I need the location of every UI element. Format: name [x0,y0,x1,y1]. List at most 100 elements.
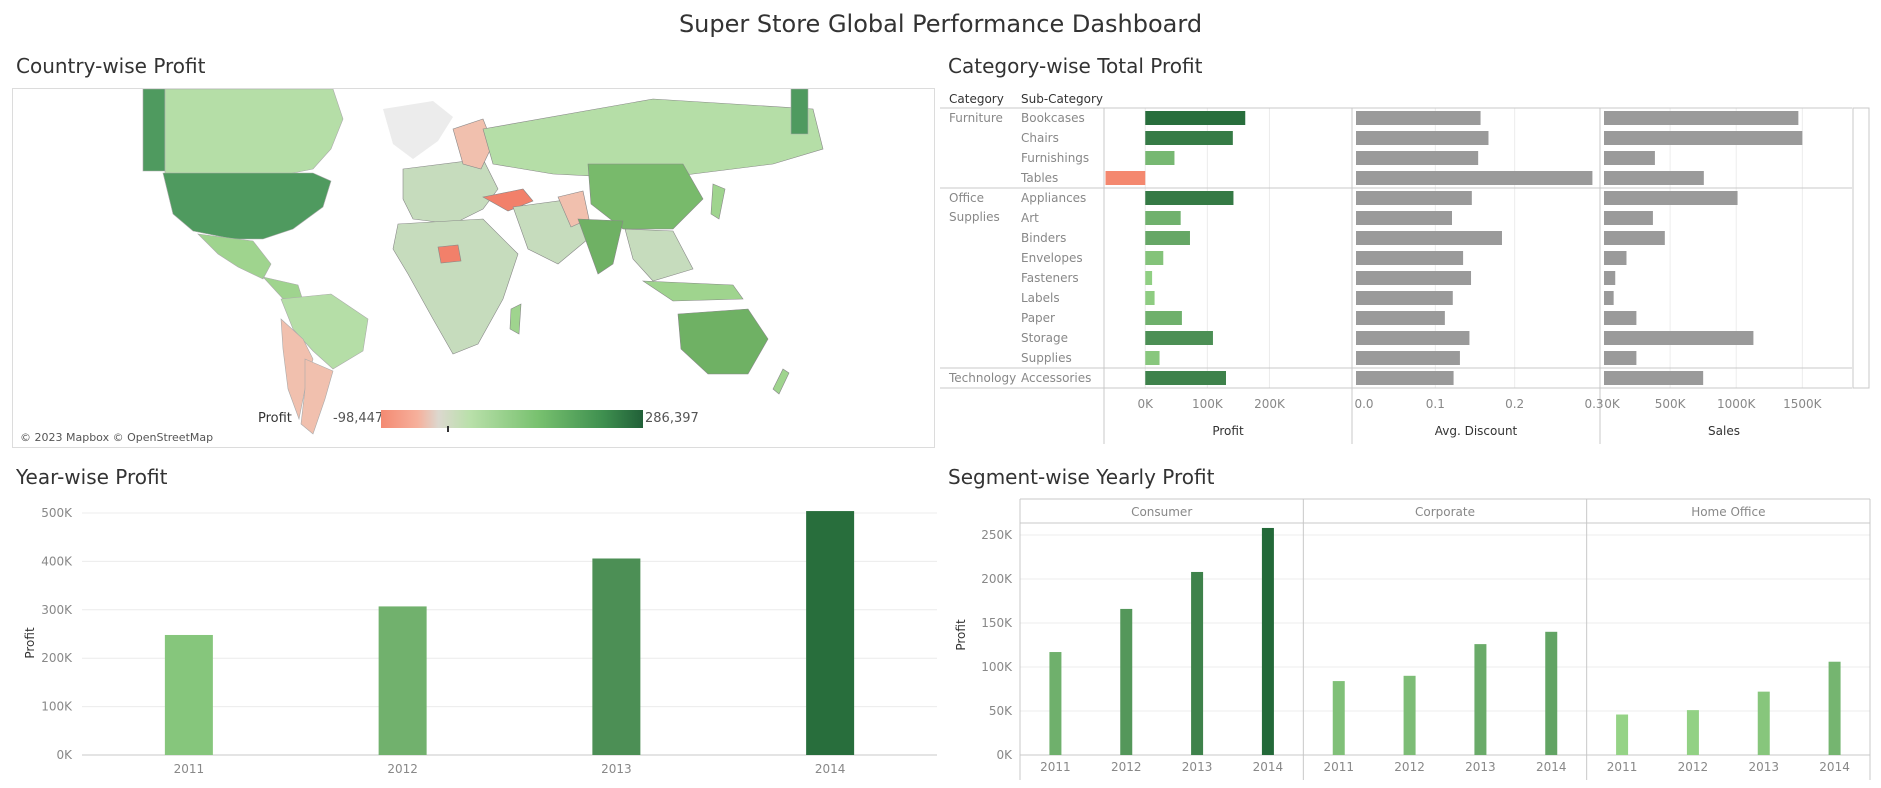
discount-bar[interactable] [1356,251,1464,265]
dashboard-title: Super Store Global Performance Dashboard [678,10,1203,38]
map-alaska-east [790,88,809,135]
map-canvas[interactable] [13,88,936,449]
profit-bar[interactable] [1145,191,1234,205]
discount-bar[interactable] [1356,111,1481,125]
category-label-1: Supplies [949,210,1000,224]
subcategory-label: Appliances [1021,191,1086,205]
year-xtick: 2014 [815,762,846,776]
sales-tick: 1000K [1717,397,1757,411]
subcategory-label: Envelopes [1021,251,1083,265]
sales-bar[interactable] [1604,291,1614,305]
map-credit[interactable]: © 2023 Mapbox © OpenStreetMap [20,431,213,444]
discount-bar[interactable] [1356,371,1454,385]
sales-bar[interactable] [1604,111,1799,125]
segment-bar[interactable] [1757,691,1770,755]
segment-bar[interactable] [1120,608,1133,755]
map-greenland [383,101,453,159]
profit-bar[interactable] [1145,331,1213,345]
subcategory-label: Accessories [1021,371,1091,385]
sales-tick: 500K [1655,397,1687,411]
year-bar[interactable] [378,606,427,755]
segment-bar[interactable] [1545,631,1558,755]
map-legend-max: 286,397 [645,411,699,426]
subcategory-label: Paper [1021,311,1055,325]
year-ytick: 0K [56,748,73,762]
year-xtick: 2011 [174,762,205,776]
sales-bar[interactable] [1604,131,1803,145]
sales-bar[interactable] [1604,211,1653,225]
segment-bar[interactable] [1049,652,1062,755]
map-australia [677,308,769,375]
discount-bar[interactable] [1356,231,1502,245]
sales-bar[interactable] [1604,351,1637,365]
map-europe [402,158,499,225]
profit-bar[interactable] [1145,211,1181,225]
segment-bar[interactable] [1474,644,1487,755]
map-nigeria [437,244,462,264]
header-category: Category [949,92,1004,106]
discount-bar[interactable] [1356,311,1445,325]
sales-bar[interactable] [1604,191,1738,205]
profit-bar[interactable] [1145,231,1190,245]
map-china [587,163,704,230]
profit-bar[interactable] [1105,171,1146,185]
profit-bar[interactable] [1145,111,1246,125]
segment-chart[interactable]: Profit 0K 50K 100K 150K 200K 250K Consumer Corp… [940,495,1875,785]
discount-bar[interactable] [1356,331,1470,345]
profit-bar[interactable] [1145,311,1182,325]
discount-bar[interactable] [1356,351,1460,365]
category-label-1: Office [949,191,984,205]
segment-bar[interactable] [1616,714,1629,755]
profit-bar[interactable] [1145,131,1233,145]
segment-bar[interactable] [1686,710,1699,755]
discount-bar[interactable] [1356,171,1593,185]
segment-ytick: 200K [981,572,1013,586]
subcategory-label: Fasteners [1021,271,1079,285]
segment-bar[interactable] [1332,681,1345,755]
segment-bar[interactable] [1261,527,1274,755]
category-scrollbar[interactable] [1852,107,1870,389]
world-map[interactable]: Profit -98,447 286,397 © 2023 Mapbox © O… [12,88,935,448]
profit-bar[interactable] [1145,371,1226,385]
map-alaska [142,88,166,172]
profit-tick: 200K [1254,397,1286,411]
sales-bar[interactable] [1604,151,1655,165]
discount-bar[interactable] [1356,151,1479,165]
discount-bar[interactable] [1356,211,1452,225]
sales-bar[interactable] [1604,171,1704,185]
discount-bar[interactable] [1356,271,1472,285]
segment-bar[interactable] [1828,661,1841,755]
category-chart[interactable]: Category Sub-Category Furniture Bookcases… [940,88,1875,450]
year-bar[interactable] [806,511,855,755]
segment-ytick: 100K [981,660,1013,674]
profit-bar[interactable] [1145,351,1160,365]
sales-bar[interactable] [1604,271,1616,285]
year-chart[interactable]: Profit 0K 100K 200K 300K 400K 500K 2011 2012 20… [12,495,942,785]
profit-bar[interactable] [1145,251,1164,265]
year-bar[interactable] [164,634,213,755]
segment-bar[interactable] [1403,675,1416,755]
year-ytick: 200K [41,651,73,665]
map-japan [710,183,726,220]
discount-bar[interactable] [1356,191,1472,205]
sales-bar[interactable] [1604,231,1665,245]
sales-bar[interactable] [1604,331,1754,345]
segment-xtick: 2013 [1182,760,1213,774]
discount-bar[interactable] [1356,291,1453,305]
profit-bar[interactable] [1145,291,1155,305]
year-bar[interactable] [592,558,641,755]
sales-bar[interactable] [1604,311,1637,325]
map-usa [162,172,332,240]
year-ytick: 400K [41,554,73,568]
sales-bar[interactable] [1604,371,1704,385]
discount-bar[interactable] [1356,131,1489,145]
subcategory-label: Storage [1021,331,1068,345]
sales-bar[interactable] [1604,251,1627,265]
profit-bar[interactable] [1145,271,1153,285]
map-southeast-asia [624,228,694,282]
discount-tick: 0.2 [1505,397,1524,411]
segment-bar[interactable] [1191,571,1204,755]
profit-bar[interactable] [1145,151,1175,165]
subcategory-label: Bookcases [1021,111,1085,125]
segment-ytick: 250K [981,528,1013,542]
